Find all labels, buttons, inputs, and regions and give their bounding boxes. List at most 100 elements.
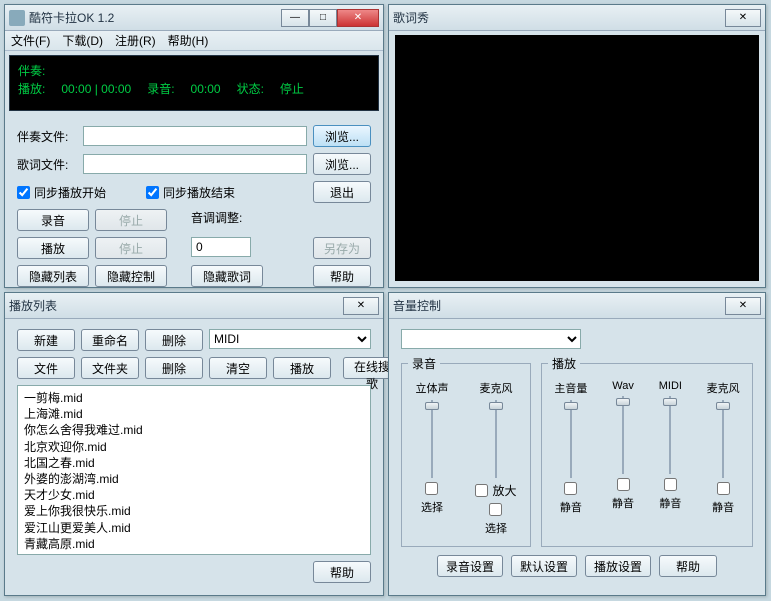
playlist-title: 播放列表 (9, 297, 343, 314)
delete-button[interactable]: 删除 (145, 329, 203, 351)
lyric-display (395, 35, 759, 281)
midi-label: MIDI (659, 380, 682, 392)
master-mute-check[interactable] (564, 482, 577, 495)
volume-title: 音量控制 (393, 297, 725, 314)
playlist-titlebar: 播放列表 ✕ (5, 293, 383, 319)
master-mute-label: 静音 (560, 499, 582, 515)
list-item[interactable]: 天才少女.mid (24, 487, 364, 503)
hide-list-button[interactable]: 隐藏列表 (17, 265, 89, 287)
play-button[interactable]: 播放 (17, 237, 89, 259)
stop-play-button[interactable]: 停止 (95, 237, 167, 259)
main-titlebar: 酷符卡拉OK 1.2 — □ ✕ (5, 5, 383, 31)
volume-help-button[interactable]: 帮助 (659, 555, 717, 577)
playlist-window: 播放列表 ✕ 新建 重命名 删除 MIDI 文件 文件夹 删除 清空 播放 在线… (4, 292, 384, 596)
midi-slider[interactable] (661, 396, 679, 474)
playlist-listbox[interactable]: 一剪梅.mid上海滩.mid你怎么舍得我难过.mid北京欢迎你.mid北国之春.… (17, 385, 371, 555)
menu-register[interactable]: 注册(R) (115, 32, 156, 49)
close-button[interactable]: ✕ (337, 9, 379, 27)
save-as-button[interactable]: 另存为 (313, 237, 371, 259)
master-label: 主音量 (554, 380, 587, 396)
menu-download[interactable]: 下载(D) (62, 32, 103, 49)
menu-file[interactable]: 文件(F) (11, 32, 50, 49)
app-icon (9, 10, 25, 26)
hide-ctrl-button[interactable]: 隐藏控制 (95, 265, 167, 287)
midi-mute-check[interactable] (664, 478, 677, 491)
stop-record-button[interactable]: 停止 (95, 209, 167, 231)
maximize-button[interactable]: □ (309, 9, 337, 27)
rename-button[interactable]: 重命名 (81, 329, 139, 351)
pitch-label: 音调调整: (191, 209, 251, 231)
device-select[interactable] (401, 329, 581, 349)
volume-window: 音量控制 ✕ 录音 立体声 选择 麦克风 放大 (388, 292, 766, 596)
play-settings-button[interactable]: 播放设置 (585, 555, 651, 577)
wav-mute-check[interactable] (617, 478, 630, 491)
stereo-slider[interactable] (423, 400, 441, 478)
accomp-file-input[interactable] (83, 126, 307, 146)
wav-slider[interactable] (614, 396, 632, 474)
play-group: 播放 主音量 静音 Wav 静音 MIDI (541, 355, 753, 547)
master-slider[interactable] (562, 400, 580, 478)
record-label: 录音: (147, 80, 174, 98)
midi-mute-label: 静音 (659, 495, 681, 511)
record-legend: 录音 (408, 355, 440, 372)
amplify-checkbox[interactable]: 放大 (475, 482, 516, 499)
menubar: 文件(F) 下载(D) 注册(R) 帮助(H) (5, 31, 383, 51)
record-time: 00:00 (191, 80, 221, 98)
play-label: 播放: (18, 80, 45, 98)
list-item[interactable]: 上海滩.mid (24, 406, 364, 422)
playlist-help-button[interactable]: 帮助 (313, 561, 371, 583)
mic2-mute-check[interactable] (717, 482, 730, 495)
record-group: 录音 立体声 选择 麦克风 放大 选择 (401, 355, 531, 547)
list-item[interactable]: 北京欢迎你.mid (24, 439, 364, 455)
list-item[interactable]: 一剪梅.mid (24, 390, 364, 406)
list-item[interactable]: 北国之春.mid (24, 455, 364, 471)
minimize-button[interactable]: — (281, 9, 309, 27)
list-item[interactable]: 爱上你我很快乐.mid (24, 503, 364, 519)
hide-lyric-button[interactable]: 隐藏歌词 (191, 265, 263, 287)
format-select[interactable]: MIDI (209, 329, 371, 349)
mic2-label: 麦克风 (707, 380, 740, 396)
sync-end-checkbox[interactable]: 同步播放结束 (146, 184, 235, 201)
record-button[interactable]: 录音 (17, 209, 89, 231)
help-button[interactable]: 帮助 (313, 265, 371, 287)
list-item[interactable]: 青藏高原.mid (24, 536, 364, 552)
list-item[interactable]: 外婆的澎湖湾.mid (24, 471, 364, 487)
clear-button[interactable]: 清空 (209, 357, 267, 379)
list-item[interactable]: 你怎么舍得我难过.mid (24, 422, 364, 438)
volume-close-button[interactable]: ✕ (725, 297, 761, 315)
pitch-input[interactable] (191, 237, 251, 257)
exit-button[interactable]: 退出 (313, 181, 371, 203)
list-item[interactable]: 爱江山更爱美人.mid (24, 520, 364, 536)
playlist-close-button[interactable]: ✕ (343, 297, 379, 315)
stereo-select-check[interactable] (425, 482, 438, 495)
status-value: 停止 (280, 80, 304, 98)
folder-button[interactable]: 文件夹 (81, 357, 139, 379)
lyric-close-button[interactable]: ✕ (725, 9, 761, 27)
browse-accomp-button[interactable]: 浏览... (313, 125, 371, 147)
file-button[interactable]: 文件 (17, 357, 75, 379)
lyric-file-input[interactable] (83, 154, 307, 174)
volume-titlebar: 音量控制 ✕ (389, 293, 765, 319)
mic2-mute-label: 静音 (712, 499, 734, 515)
menu-help[interactable]: 帮助(H) (168, 32, 209, 49)
lyric-title: 歌词秀 (393, 9, 725, 26)
status-label: 状态: (237, 80, 264, 98)
sync-start-checkbox[interactable]: 同步播放开始 (17, 184, 106, 201)
browse-lyric-button[interactable]: 浏览... (313, 153, 371, 175)
main-title: 酷符卡拉OK 1.2 (29, 9, 281, 26)
mic-slider[interactable] (487, 400, 505, 478)
lyric-window: 歌词秀 ✕ (388, 4, 766, 288)
mic-select-check[interactable] (489, 503, 502, 516)
stereo-label: 立体声 (415, 380, 448, 396)
rec-settings-button[interactable]: 录音设置 (437, 555, 503, 577)
new-button[interactable]: 新建 (17, 329, 75, 351)
accomp-label: 伴奏: (18, 62, 370, 80)
wav-label: Wav (612, 380, 634, 392)
mic2-slider[interactable] (714, 400, 732, 478)
default-settings-button[interactable]: 默认设置 (511, 555, 577, 577)
play-legend: 播放 (548, 355, 580, 372)
play-list-button[interactable]: 播放 (273, 357, 331, 379)
mic-label: 麦克风 (479, 380, 512, 396)
delete2-button[interactable]: 删除 (145, 357, 203, 379)
lyric-titlebar: 歌词秀 ✕ (389, 5, 765, 31)
